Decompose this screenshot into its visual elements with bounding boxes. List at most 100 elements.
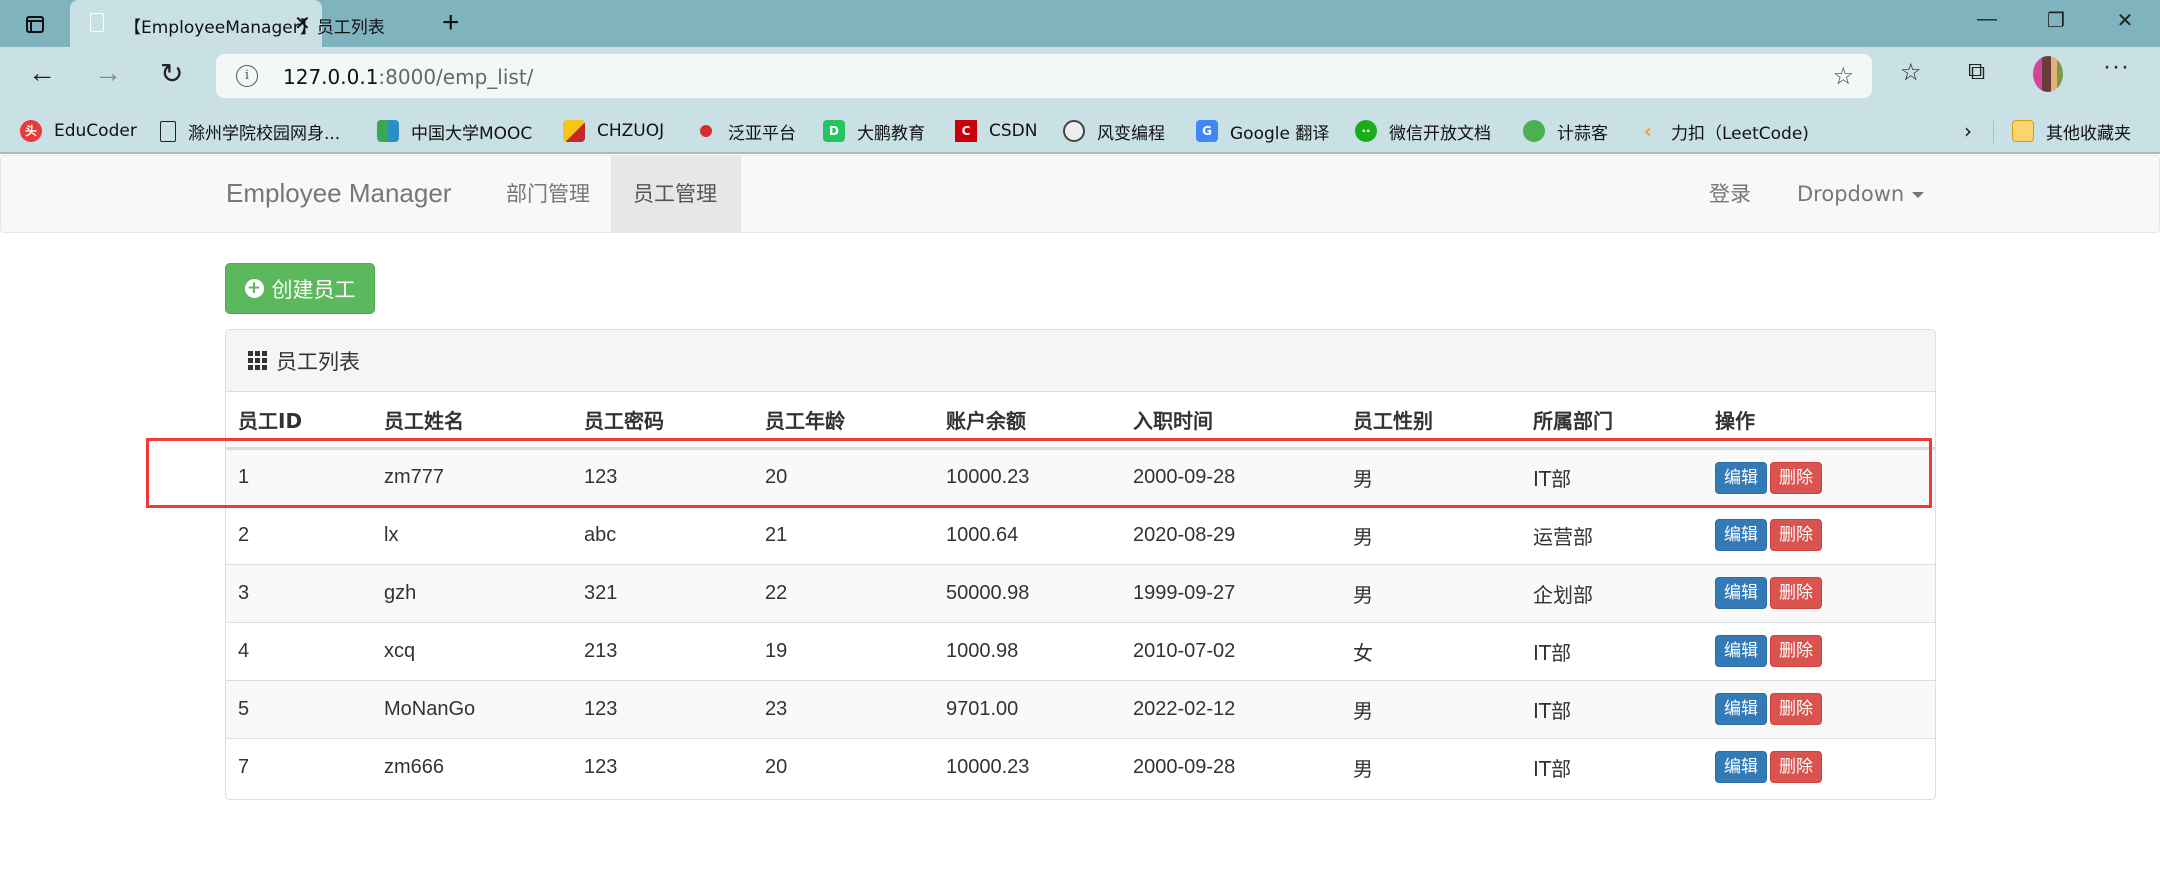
minimize-icon[interactable]: — — [1967, 8, 2007, 31]
reload-icon[interactable]: ↻ — [160, 57, 183, 90]
cell-hire-date: 2010-07-02 — [1121, 621, 1341, 680]
bookmark-label: CSDN — [989, 121, 1038, 141]
nav-employee-management[interactable]: 员工管理 — [611, 156, 741, 232]
employee-table: 员工ID 员工姓名 员工密码 员工年龄 账户余额 入职时间 员工性别 所属部门 操作 1 zm77… — [226, 392, 1935, 796]
bookmarks-divider — [1993, 121, 1994, 143]
cell-gender: 女 — [1341, 621, 1521, 680]
bookmark-fengbian[interactable]: 风变编程 — [1063, 119, 1165, 144]
delete-button[interactable]: 删除 — [1770, 577, 1822, 609]
cell-department: IT部 — [1521, 679, 1703, 738]
bookmark-label: 计蒜客 — [1557, 123, 1608, 144]
fanya-icon — [700, 125, 712, 137]
cell-gender: 男 — [1341, 447, 1521, 506]
cell-id: 5 — [226, 679, 372, 738]
page-icon — [160, 120, 176, 142]
tab-title: 【EmployeeManager】员工列表 — [124, 18, 385, 38]
bookmark-chzuoj[interactable]: CHZUOJ — [563, 119, 664, 143]
cell-actions: 编辑 删除 — [1703, 737, 1935, 796]
column-header: 员工密码 — [572, 392, 753, 450]
cell-gender: 男 — [1341, 505, 1521, 564]
bookmark-label: 微信开放文档 — [1389, 123, 1491, 144]
site-info-icon[interactable]: i — [236, 65, 258, 87]
other-bookmarks-label: 其他收藏夹 — [2046, 123, 2131, 144]
cell-actions: 编辑 删除 — [1703, 679, 1935, 738]
cell-password: 123 — [572, 737, 753, 796]
page-icon — [90, 13, 104, 32]
cell-name: MoNanGo — [372, 679, 572, 738]
cell-password: abc — [572, 505, 753, 564]
bookmark-csdn[interactable]: C CSDN — [955, 119, 1037, 143]
more-menu-icon[interactable]: ··· — [2103, 53, 2130, 81]
url-text[interactable]: 127.0.0.1:8000/emp_list/ — [283, 65, 533, 89]
url-path: :8000/emp_list/ — [378, 65, 534, 89]
bookmark-leetcode[interactable]: ‹ 力扣（LeetCode) — [1637, 119, 1809, 144]
bookmark-google-translate[interactable]: G Google 翻译 — [1196, 119, 1329, 144]
cell-id: 3 — [226, 563, 372, 622]
close-tab-icon[interactable]: ✕ — [294, 11, 311, 36]
collections-icon[interactable]: ⧉ — [1968, 58, 1985, 86]
bookmark-educoder[interactable]: 头 EduCoder — [20, 119, 137, 143]
cell-balance: 10000.23 — [934, 447, 1121, 506]
bookmark-jisuanke[interactable]: 计蒜客 — [1523, 119, 1608, 144]
browser-tab-strip: 【EmployeeManager】员工列表 ✕ + — ❐ ✕ — [0, 0, 2160, 47]
table-header-row: 员工ID 员工姓名 员工密码 员工年龄 账户余额 入职时间 员工性别 所属部门 操作 — [226, 392, 1935, 450]
edit-button[interactable]: 编辑 — [1715, 751, 1767, 784]
back-icon[interactable]: ← — [28, 57, 56, 89]
delete-button[interactable]: 删除 — [1770, 751, 1822, 784]
bookmark-label: 泛亚平台 — [728, 123, 796, 144]
other-bookmarks-folder[interactable]: 其他收藏夹 — [2012, 119, 2131, 144]
nav-dropdown[interactable]: Dropdown — [1775, 156, 1946, 232]
leetcode-icon: ‹ — [1643, 119, 1653, 143]
mooc-icon — [377, 120, 399, 142]
navbar-brand[interactable]: Employee Manager — [226, 178, 451, 209]
bookmark-label: 风变编程 — [1097, 123, 1165, 144]
table-row: 3 gzh 321 22 50000.98 1999-09-27 男企划部 编辑 删除 — [226, 563, 1935, 622]
cell-age: 19 — [753, 621, 934, 680]
delete-button[interactable]: 删除 — [1770, 635, 1822, 667]
cell-balance: 10000.23 — [934, 737, 1121, 796]
bookmark-dapeng[interactable]: D 大鹏教育 — [823, 119, 925, 144]
table-row: 4 xcq 213 19 1000.98 2010-07-02 女 IT部 编辑 删除 — [226, 621, 1935, 680]
delete-button[interactable]: 删除 — [1770, 693, 1822, 725]
cell-name: xcq — [372, 621, 572, 680]
cell-gender: 男 — [1341, 679, 1521, 738]
cell-department: IT部 — [1521, 447, 1703, 506]
nav-login[interactable]: 登录 — [1687, 156, 1773, 232]
caret-down-icon — [1912, 192, 1925, 198]
bookmark-fanya[interactable]: 泛亚平台 — [694, 119, 796, 144]
cell-password: 321 — [572, 563, 753, 622]
panel-title: 员工列表 — [276, 349, 360, 374]
edit-button[interactable]: 编辑 — [1715, 635, 1767, 667]
url-host: 127.0.0.1 — [283, 65, 379, 89]
delete-button[interactable]: 删除 — [1770, 461, 1822, 494]
browser-tab-active[interactable]: 【EmployeeManager】员工列表 ✕ — [70, 0, 385, 47]
nav-department-management[interactable]: 部门管理 — [484, 156, 612, 232]
address-bar[interactable]: i 127.0.0.1:8000/emp_list/ ☆ — [216, 54, 1872, 98]
cell-department: IT部 — [1521, 737, 1703, 796]
bookmark-mooc[interactable]: 中国大学MOOC — [377, 119, 532, 144]
close-window-icon[interactable]: ✕ — [2105, 8, 2145, 33]
restore-icon[interactable]: ❐ — [2036, 8, 2076, 33]
edit-button[interactable]: 编辑 — [1715, 577, 1767, 609]
delete-button[interactable]: 删除 — [1770, 519, 1822, 551]
forward-icon[interactable]: → — [94, 57, 122, 89]
th-grid-icon — [248, 351, 267, 370]
bookmark-campus-network[interactable]: 滁州学院校园网身... — [160, 119, 340, 144]
tab-actions-icon[interactable] — [22, 12, 46, 36]
cell-actions: 编辑 删除 — [1703, 621, 1935, 680]
favorites-icon[interactable]: ☆ — [1900, 58, 1922, 87]
bookmark-wechat-docs[interactable]: ·· 微信开放文档 — [1355, 119, 1491, 144]
add-favorite-icon[interactable]: ☆ — [1832, 62, 1854, 91]
profile-avatar[interactable] — [2033, 56, 2063, 92]
edit-button[interactable]: 编辑 — [1715, 519, 1767, 551]
create-employee-button[interactable]: + 创建员工 — [225, 263, 375, 314]
new-tab-icon[interactable]: + — [442, 6, 460, 40]
cell-age: 22 — [753, 563, 934, 622]
cell-name: zm666 — [372, 737, 572, 796]
cell-name: zm777 — [372, 447, 572, 506]
edit-button[interactable]: 编辑 — [1715, 693, 1767, 725]
cell-actions: 编辑 删除 — [1703, 505, 1935, 564]
bookmarks-overflow-chevron-icon[interactable]: › — [1964, 119, 1972, 143]
column-header: 所属部门 — [1521, 392, 1703, 450]
edit-button[interactable]: 编辑 — [1715, 461, 1767, 494]
